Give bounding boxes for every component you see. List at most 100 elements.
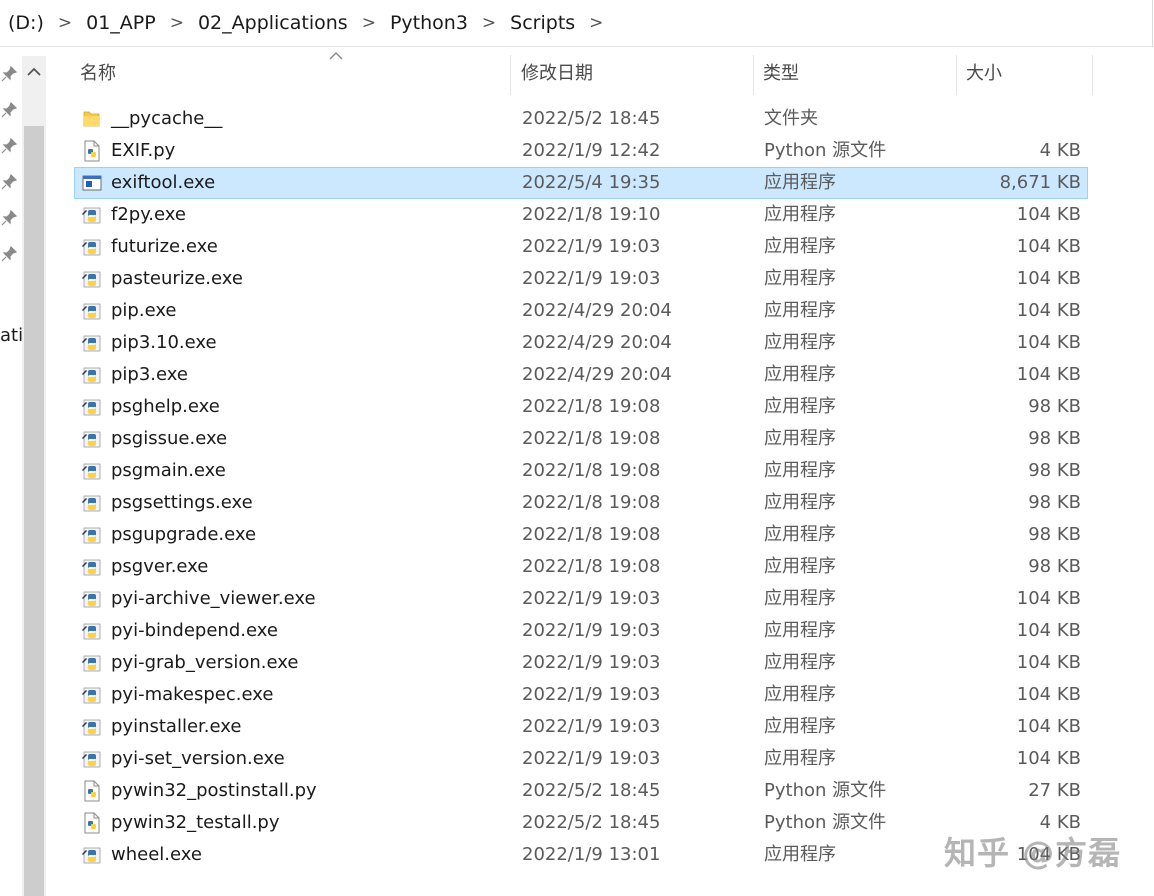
python-file-icon	[81, 812, 103, 834]
file-row[interactable]: psghelp.exe 2022/1/8 19:08 应用程序 98 KB	[74, 391, 1088, 423]
breadcrumb-item-drive[interactable]: (D:)	[4, 12, 48, 34]
breadcrumb-item-01-app[interactable]: 01_APP	[82, 12, 160, 34]
file-name[interactable]: exiftool.exe	[111, 168, 215, 198]
file-row[interactable]: pip.exe 2022/4/29 20:04 应用程序 104 KB	[74, 295, 1088, 327]
file-name[interactable]: pyinstaller.exe	[111, 712, 241, 742]
file-row[interactable]: EXIF.py 2022/1/9 12:42 Python 源文件 4 KB	[74, 135, 1088, 167]
file-modified-date: 2022/1/8 19:08	[522, 460, 661, 481]
file-row[interactable]: psgver.exe 2022/1/8 19:08 应用程序 98 KB	[74, 551, 1088, 583]
file-row[interactable]: pyi-archive_viewer.exe 2022/1/9 19:03 应用…	[74, 583, 1088, 615]
nav-item-label[interactable]: ati	[0, 325, 23, 346]
file-row[interactable]: psgmain.exe 2022/1/8 19:08 应用程序 98 KB	[74, 455, 1088, 487]
file-row[interactable]: __pycache__ 2022/5/2 18:45 文件夹	[74, 103, 1088, 135]
file-modified-date: 2022/1/9 12:42	[522, 140, 661, 161]
file-row[interactable]: psgissue.exe 2022/1/8 19:08 应用程序 98 KB	[74, 423, 1088, 455]
file-type: 应用程序	[764, 364, 836, 385]
python-exe-icon	[81, 300, 103, 322]
column-header-type[interactable]: 类型	[763, 59, 799, 85]
pin-icon[interactable]	[0, 245, 18, 263]
file-name[interactable]: __pycache__	[111, 104, 222, 134]
file-name[interactable]: EXIF.py	[111, 136, 175, 166]
file-modified-date: 2022/1/9 19:03	[522, 620, 661, 641]
file-name[interactable]: psgissue.exe	[111, 424, 227, 454]
file-row[interactable]: futurize.exe 2022/1/9 19:03 应用程序 104 KB	[74, 231, 1088, 263]
file-row[interactable]: psgsettings.exe 2022/1/8 19:08 应用程序 98 K…	[74, 487, 1088, 519]
scroll-up-arrow-icon[interactable]	[22, 56, 46, 88]
file-row[interactable]: pyinstaller.exe 2022/1/9 19:03 应用程序 104 …	[74, 711, 1088, 743]
file-name[interactable]: psgver.exe	[111, 552, 208, 582]
file-name[interactable]: pyi-grab_version.exe	[111, 648, 298, 678]
pin-icon[interactable]	[0, 173, 18, 191]
file-row[interactable]: f2py.exe 2022/1/8 19:10 应用程序 104 KB	[74, 199, 1088, 231]
file-name[interactable]: pasteurize.exe	[111, 264, 243, 294]
file-row[interactable]: pywin32_testall.py 2022/5/2 18:45 Python…	[74, 807, 1088, 839]
file-name[interactable]: pyi-bindepend.exe	[111, 616, 278, 646]
column-header-size[interactable]: 大小	[966, 59, 1002, 85]
file-row[interactable]: pasteurize.exe 2022/1/9 19:03 应用程序 104 K…	[74, 263, 1088, 295]
breadcrumb-item-python3[interactable]: Python3	[386, 12, 472, 34]
file-name[interactable]: wheel.exe	[111, 840, 202, 870]
file-modified-date: 2022/4/29 20:04	[522, 332, 672, 353]
column-header-name[interactable]: 名称	[80, 59, 116, 85]
file-name[interactable]: pip.exe	[111, 296, 177, 326]
file-row[interactable]: pyi-makespec.exe 2022/1/9 19:03 应用程序 104…	[74, 679, 1088, 711]
pin-icon[interactable]	[0, 101, 18, 119]
address-bar[interactable]: (D:) > 01_APP > 02_Applications > Python…	[0, 0, 1154, 47]
file-modified-date: 2022/1/9 19:03	[522, 588, 661, 609]
file-row[interactable]: pyi-bindepend.exe 2022/1/9 19:03 应用程序 10…	[74, 615, 1088, 647]
file-type: 应用程序	[764, 172, 836, 193]
application-icon	[81, 172, 103, 194]
file-modified-date: 2022/1/9 19:03	[522, 684, 661, 705]
file-row[interactable]: exiftool.exe 2022/5/4 19:35 应用程序 8,671 K…	[74, 167, 1088, 199]
file-row[interactable]: pywin32_postinstall.py 2022/5/2 18:45 Py…	[74, 775, 1088, 807]
file-name[interactable]: psgsettings.exe	[111, 488, 253, 518]
chevron-right-icon[interactable]: >	[352, 13, 386, 33]
file-row[interactable]: pip3.exe 2022/4/29 20:04 应用程序 104 KB	[74, 359, 1088, 391]
file-size: 104 KB	[1016, 268, 1081, 289]
file-modified-date: 2022/4/29 20:04	[522, 300, 672, 321]
file-name[interactable]: f2py.exe	[111, 200, 186, 230]
python-exe-icon	[81, 748, 103, 770]
file-name[interactable]: pip3.exe	[111, 360, 188, 390]
column-divider[interactable]	[956, 55, 957, 95]
column-divider[interactable]	[510, 55, 511, 95]
chevron-right-icon[interactable]: >	[48, 13, 82, 33]
breadcrumb-item-02-applications[interactable]: 02_Applications	[194, 12, 352, 34]
scrollbar-thumb[interactable]	[24, 126, 44, 896]
vertical-scrollbar[interactable]	[22, 56, 46, 896]
file-name[interactable]: futurize.exe	[111, 232, 218, 262]
file-size: 98 KB	[1028, 460, 1081, 481]
chevron-right-icon[interactable]: >	[160, 13, 194, 33]
python-exe-icon	[81, 204, 103, 226]
chevron-right-icon[interactable]: >	[472, 13, 506, 33]
column-divider[interactable]	[1092, 55, 1093, 95]
column-header-date[interactable]: 修改日期	[521, 59, 593, 85]
file-row[interactable]: pyi-set_version.exe 2022/1/9 19:03 应用程序 …	[74, 743, 1088, 775]
file-modified-date: 2022/1/8 19:10	[522, 204, 661, 225]
pin-icon[interactable]	[0, 137, 18, 155]
file-row[interactable]: pip3.10.exe 2022/4/29 20:04 应用程序 104 KB	[74, 327, 1088, 359]
file-name[interactable]: pywin32_testall.py	[111, 808, 280, 838]
file-name[interactable]: pip3.10.exe	[111, 328, 217, 358]
python-exe-icon	[81, 396, 103, 418]
file-row[interactable]: wheel.exe 2022/1/9 13:01 应用程序 104 KB	[74, 839, 1088, 871]
file-name[interactable]: psgmain.exe	[111, 456, 226, 486]
column-divider[interactable]	[753, 55, 754, 95]
file-modified-date: 2022/1/8 19:08	[522, 492, 661, 513]
file-row[interactable]: psgupgrade.exe 2022/1/8 19:08 应用程序 98 KB	[74, 519, 1088, 551]
file-size: 98 KB	[1028, 556, 1081, 577]
file-type: 文件夹	[764, 108, 818, 129]
breadcrumb-item-scripts[interactable]: Scripts	[506, 12, 579, 34]
file-name[interactable]: pyi-set_version.exe	[111, 744, 285, 774]
pin-icon[interactable]	[0, 65, 18, 83]
file-name[interactable]: psghelp.exe	[111, 392, 220, 422]
chevron-right-icon[interactable]: >	[579, 13, 613, 33]
file-type: 应用程序	[764, 684, 836, 705]
file-name[interactable]: psgupgrade.exe	[111, 520, 256, 550]
file-name[interactable]: pywin32_postinstall.py	[111, 776, 317, 806]
file-row[interactable]: pyi-grab_version.exe 2022/1/9 19:03 应用程序…	[74, 647, 1088, 679]
pin-icon[interactable]	[0, 209, 18, 227]
python-file-icon	[81, 140, 103, 162]
file-name[interactable]: pyi-makespec.exe	[111, 680, 273, 710]
file-name[interactable]: pyi-archive_viewer.exe	[111, 584, 316, 614]
